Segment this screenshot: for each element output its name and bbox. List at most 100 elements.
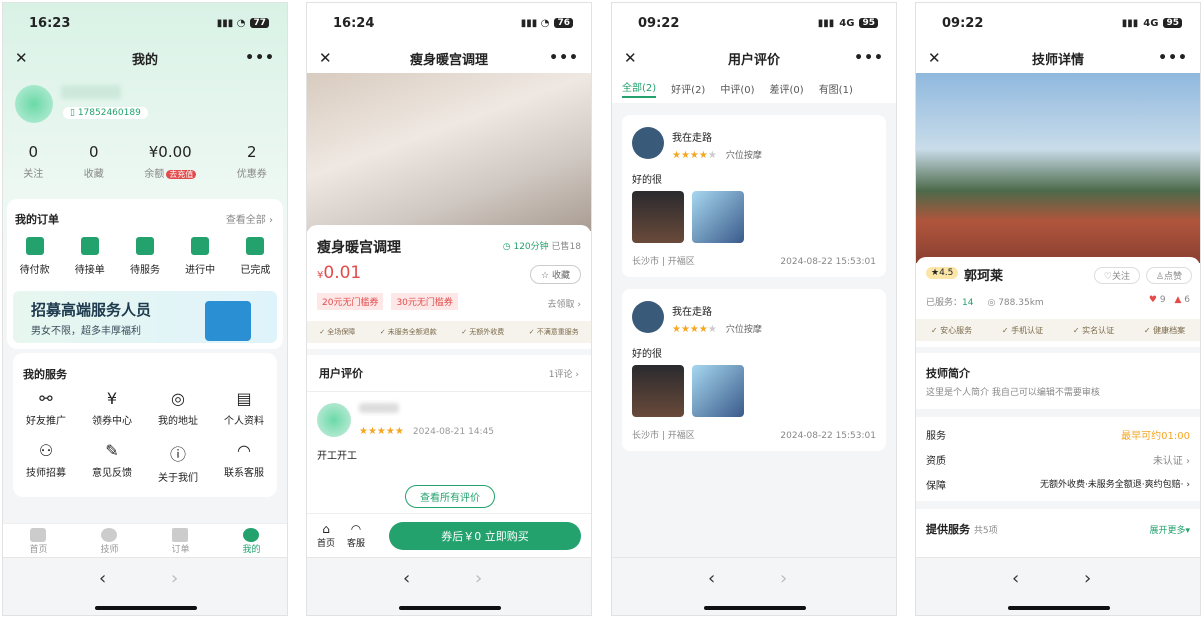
tab-positive[interactable]: 好评(2) xyxy=(671,81,705,96)
close-icon[interactable]: ✕ xyxy=(319,49,332,67)
review-city: 长沙市 xyxy=(632,257,660,267)
service-feedback[interactable]: ✎ 意见反馈 xyxy=(79,441,145,484)
recharge-badge[interactable]: 去充值 xyxy=(166,170,197,179)
tab-orders[interactable]: 订单 xyxy=(171,524,190,561)
service-profile[interactable]: ▤ 个人资料 xyxy=(211,389,277,427)
close-icon[interactable]: ✕ xyxy=(624,49,637,67)
review-photo[interactable] xyxy=(692,365,744,417)
stat-follow[interactable]: 0 关注 xyxy=(23,143,43,180)
intro-text: 这里是个人简介 我自己可以编辑不需要审核 xyxy=(926,388,1100,398)
close-icon[interactable]: ✕ xyxy=(15,49,28,67)
info-row-service[interactable]: 服务 最早可约01:00 xyxy=(926,427,1190,442)
service-about[interactable]: ⓘ 关于我们 xyxy=(145,441,211,484)
tab-negative[interactable]: 差评(0) xyxy=(770,81,804,96)
tab-label: 技师 xyxy=(100,545,119,555)
phone-number: 17852460189 xyxy=(77,108,141,118)
intro-section: 技师简介 这里是个人简介 我自己可以编辑不需要审核 xyxy=(916,353,1200,409)
info-key: 保障 xyxy=(926,481,946,492)
more-icon[interactable]: ••• xyxy=(1158,50,1188,66)
thumb-count: 6 xyxy=(1184,295,1190,305)
provide-section: 提供服务 共5项 展开更多▾ xyxy=(916,509,1200,559)
tab-all[interactable]: 全部(2) xyxy=(622,79,657,98)
order-pending-pay[interactable]: 待付款 xyxy=(10,237,60,276)
forward-icon[interactable]: › xyxy=(1084,568,1091,589)
tab-label: 首页 xyxy=(29,545,48,555)
info-row-guarantee[interactable]: 保障 无额外收费·未服务全额退·爽约包赔· › xyxy=(926,477,1190,492)
back-icon[interactable]: ‹ xyxy=(99,568,106,589)
screen-reviews: 09:22 ▮▮▮ 4G 95 ✕ 用户评价 ••• 全部(2) 好评(2) 中评(0… xyxy=(611,2,897,616)
review-photo[interactable] xyxy=(632,191,684,243)
service-support[interactable]: ◠ 联系客服 xyxy=(211,441,277,484)
order-label: 待服务 xyxy=(129,265,160,276)
info-row-qualification[interactable]: 资质 未认证 › xyxy=(926,452,1190,467)
technician-photo xyxy=(916,73,1200,263)
home-link[interactable]: ⌂ 首页 xyxy=(317,522,335,549)
close-icon[interactable]: ✕ xyxy=(928,49,941,67)
review-photo[interactable] xyxy=(632,365,684,417)
badge-item: ✓ 手机认证 xyxy=(1001,325,1044,335)
tab-neutral[interactable]: 中评(0) xyxy=(720,81,754,96)
tab-mine[interactable]: 我的 xyxy=(242,524,261,561)
signal-icon: ▮▮▮ 4G 95 xyxy=(1122,18,1182,29)
forward-icon[interactable]: › xyxy=(780,568,787,589)
stats-row: 0 关注 0 收藏 ¥0.00 余额 去充值 2 优惠券 xyxy=(3,143,287,180)
stat-coupon[interactable]: 2 优惠券 xyxy=(237,143,267,180)
banner-title: 招募高端服务人员 xyxy=(31,301,152,319)
service-coupons[interactable]: ¥ 领券中心 xyxy=(79,389,145,427)
tab-technician[interactable]: 技师 xyxy=(100,524,119,561)
back-icon[interactable]: ‹ xyxy=(403,568,410,589)
buy-button[interactable]: 券后￥0 立即购买 xyxy=(389,522,581,550)
browser-toolbar: ‹ › xyxy=(916,557,1200,615)
more-icon[interactable]: ••• xyxy=(854,50,884,66)
service-share[interactable]: ⚯ 好友推广 xyxy=(13,389,79,427)
avatar xyxy=(632,127,664,159)
badge-icon xyxy=(205,301,251,341)
tab-with-images[interactable]: 有图(1) xyxy=(819,81,853,96)
tab-home[interactable]: 首页 xyxy=(29,524,48,561)
battery-icon: 95 xyxy=(1163,18,1182,28)
intro-title: 技师简介 xyxy=(926,367,970,380)
thumb-icon: ▲ xyxy=(1174,295,1182,305)
service-link[interactable]: ◠ 客服 xyxy=(347,522,365,549)
back-icon[interactable]: ‹ xyxy=(708,568,715,589)
follow-button[interactable]: ♡关注 xyxy=(1093,267,1140,284)
expand-link[interactable]: 展开更多▾ xyxy=(1149,523,1190,536)
rating-stars: ★★★★★ xyxy=(672,150,717,161)
back-icon[interactable]: ‹ xyxy=(1012,568,1019,589)
network-type: 4G xyxy=(1143,17,1159,29)
orders-all-link[interactable]: 查看全部 › xyxy=(226,211,273,226)
more-icon[interactable]: ••• xyxy=(549,50,579,66)
get-coupon-link[interactable]: 去领取 › xyxy=(548,297,581,310)
order-in-progress[interactable]: 进行中 xyxy=(175,237,225,276)
order-completed[interactable]: 已完成 xyxy=(230,237,280,276)
battery-icon: 77 xyxy=(250,18,269,28)
status-bar: 16:23 ▮▮▮ ◔ 77 xyxy=(3,3,287,43)
order-pending-service[interactable]: 待服务 xyxy=(120,237,170,276)
add-user-icon: ⚇ xyxy=(38,441,54,460)
stat-fav[interactable]: 0 收藏 xyxy=(84,143,104,180)
stat-value: 2 xyxy=(246,143,257,161)
recruit-banner[interactable]: 招募高端服务人员 男女不限，超多丰厚福利 xyxy=(13,291,277,343)
coupon-tag[interactable]: 30元无门槛券 xyxy=(391,293,458,310)
reviewer-name: 我在走路 xyxy=(672,133,712,144)
like-button[interactable]: ♙点赞 xyxy=(1145,267,1192,284)
view-all-reviews-button[interactable]: 查看所有评价 xyxy=(405,485,495,508)
service-label: 客服 xyxy=(347,539,366,549)
review-count-link[interactable]: 1评论 › xyxy=(549,367,579,380)
service-recruit[interactable]: ⚇ 技师招募 xyxy=(13,441,79,484)
star-icon: ★ xyxy=(931,268,940,278)
coupon-tag[interactable]: 20元无门槛券 xyxy=(317,293,384,310)
order-label: 待接单 xyxy=(74,265,105,276)
review-photo[interactable] xyxy=(692,191,744,243)
reviewer-name xyxy=(359,403,399,413)
more-icon[interactable]: ••• xyxy=(245,50,275,66)
avatar[interactable] xyxy=(15,85,53,123)
stat-balance[interactable]: ¥0.00 余额 去充值 xyxy=(144,143,197,180)
forward-icon[interactable]: › xyxy=(171,568,178,589)
order-label: 已完成 xyxy=(240,265,271,276)
product-image xyxy=(307,73,591,231)
fav-button[interactable]: ☆ 收藏 xyxy=(530,265,581,284)
order-pending-accept[interactable]: 待接单 xyxy=(65,237,115,276)
forward-icon[interactable]: › xyxy=(475,568,482,589)
service-address[interactable]: ◎ 我的地址 xyxy=(145,389,211,427)
